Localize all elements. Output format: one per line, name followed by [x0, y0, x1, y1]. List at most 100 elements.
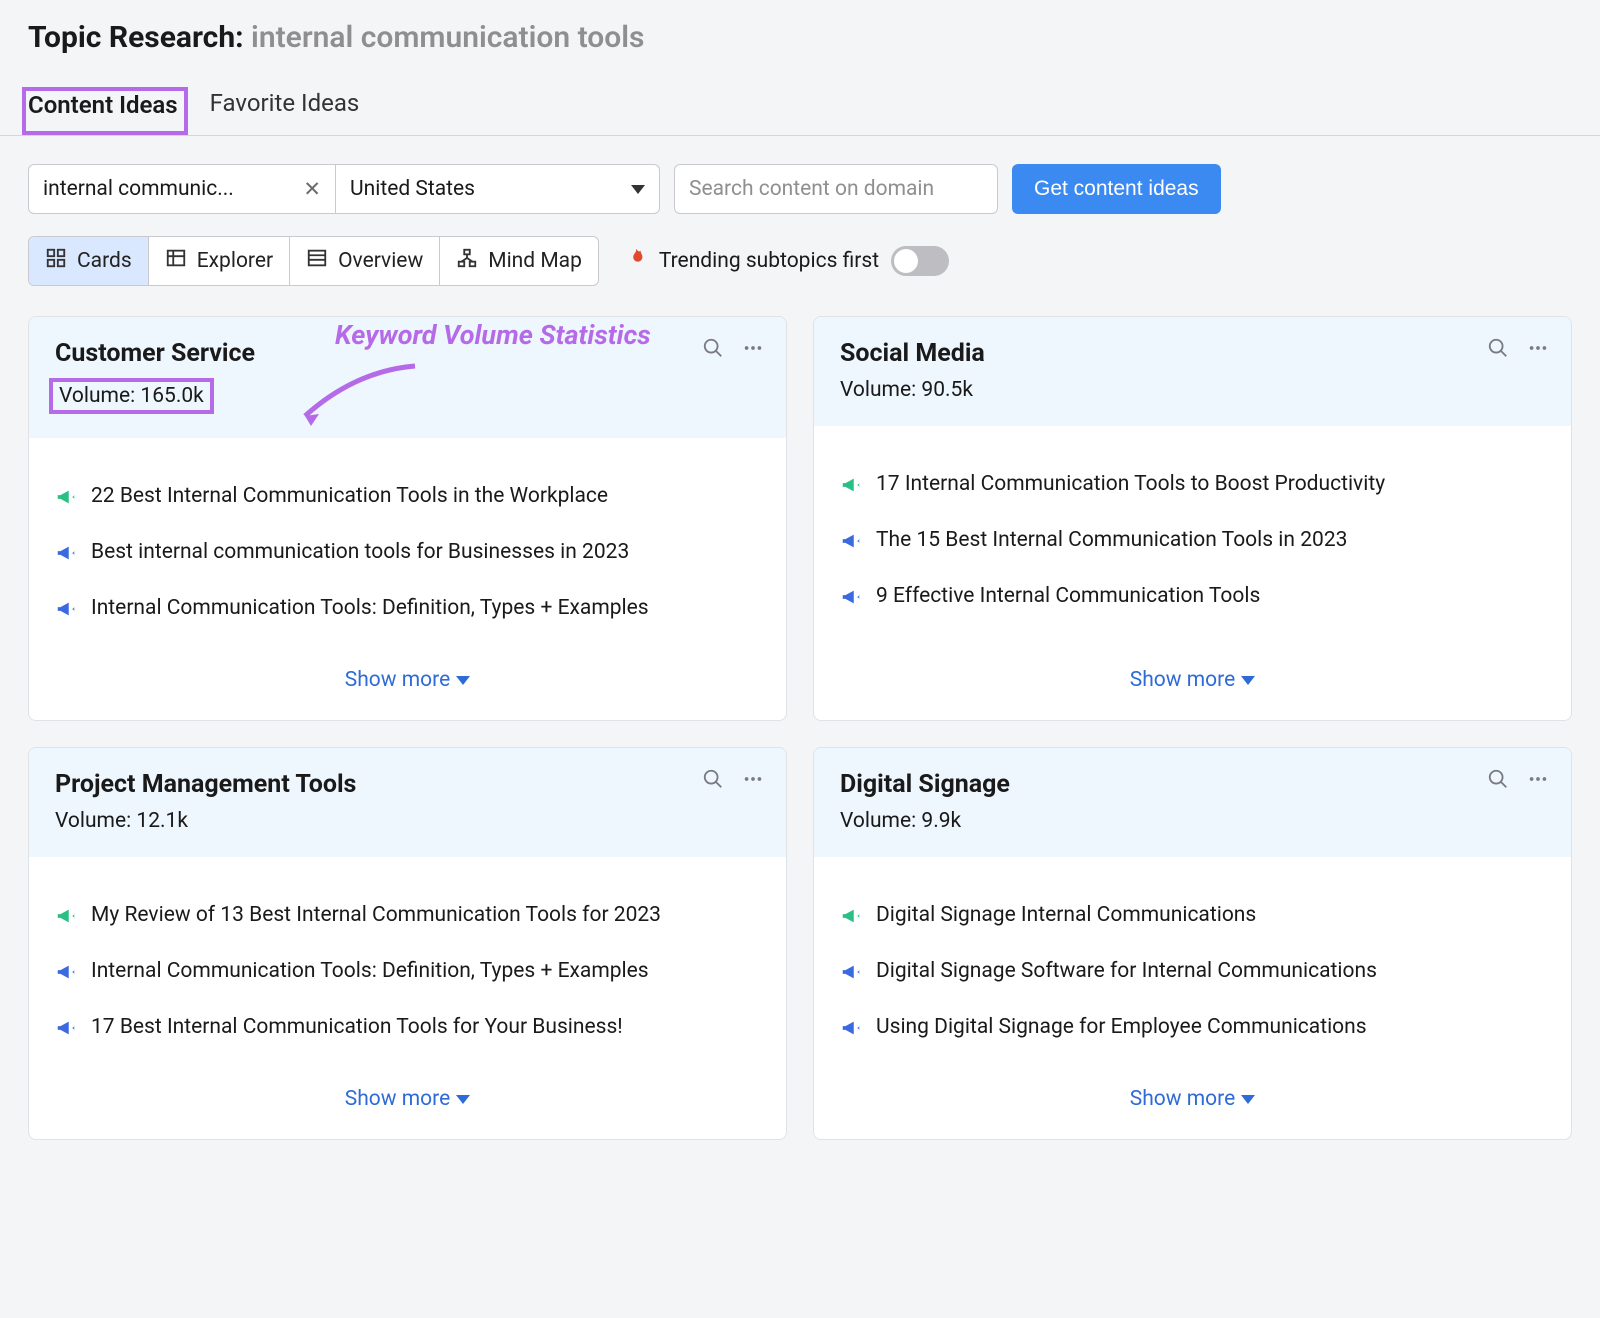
- toggle-knob: [894, 249, 918, 273]
- view-mindmap[interactable]: Mind Map: [440, 237, 598, 285]
- chevron-down-icon: [456, 676, 470, 685]
- page-title: Topic Research: internal communication t…: [28, 20, 1572, 55]
- card-body: My Review of 13 Best Internal Communicat…: [29, 857, 786, 1079]
- megaphone-icon: [840, 1017, 862, 1045]
- mindmap-icon: [456, 247, 478, 275]
- tab-content-ideas[interactable]: Content Ideas: [28, 91, 178, 133]
- title-topic: internal communication tools: [251, 20, 644, 55]
- card-actions: [702, 768, 764, 796]
- idea-row[interactable]: Digital Signage Software for Internal Co…: [840, 959, 1545, 989]
- overview-icon: [306, 247, 328, 275]
- show-more: Show more: [29, 660, 786, 720]
- annotation-label: Keyword Volume Statistics: [335, 319, 651, 351]
- search-icon[interactable]: [702, 768, 724, 796]
- idea-text: Internal Communication Tools: Definition…: [91, 596, 649, 620]
- megaphone-icon: [840, 474, 862, 502]
- idea-text: Digital Signage Internal Communications: [876, 903, 1256, 927]
- card-actions: [702, 337, 764, 365]
- search-input[interactable]: Search content on domain: [674, 164, 998, 214]
- megaphone-icon: [840, 530, 862, 558]
- card-volume: Volume: 9.9k: [840, 809, 1545, 833]
- more-icon[interactable]: [742, 768, 764, 796]
- show-more-link[interactable]: Show more: [1130, 668, 1255, 692]
- get-content-ideas-button[interactable]: Get content ideas: [1012, 164, 1221, 214]
- show-more: Show more: [814, 1079, 1571, 1139]
- megaphone-icon: [55, 905, 77, 933]
- card-body: Digital Signage Internal Communications D…: [814, 857, 1571, 1079]
- view-explorer-label: Explorer: [197, 249, 273, 273]
- more-icon[interactable]: [1527, 337, 1549, 365]
- idea-row[interactable]: Internal Communication Tools: Definition…: [55, 959, 760, 989]
- tab-favorite-ideas[interactable]: Favorite Ideas: [210, 89, 360, 135]
- megaphone-icon: [840, 905, 862, 933]
- view-overview-label: Overview: [338, 249, 423, 273]
- title-prefix: Topic Research:: [28, 20, 244, 55]
- idea-row[interactable]: The 15 Best Internal Communication Tools…: [840, 528, 1545, 558]
- idea-text: My Review of 13 Best Internal Communicat…: [91, 903, 661, 927]
- card-head: Keyword Volume StatisticsCustomer Servic…: [29, 317, 786, 438]
- country-select[interactable]: United States: [336, 164, 660, 214]
- volume-label: Volume:: [55, 809, 136, 833]
- more-icon[interactable]: [742, 337, 764, 365]
- chevron-down-icon: [456, 1095, 470, 1104]
- idea-row[interactable]: Using Digital Signage for Employee Commu…: [840, 1015, 1545, 1045]
- idea-text: The 15 Best Internal Communication Tools…: [876, 528, 1347, 552]
- chevron-down-icon: [1241, 676, 1255, 685]
- trending-toggle[interactable]: [891, 246, 949, 276]
- card-actions: [1487, 337, 1549, 365]
- idea-row[interactable]: 17 Best Internal Communication Tools for…: [55, 1015, 760, 1045]
- volume-label: Volume:: [840, 378, 921, 402]
- search-icon[interactable]: [1487, 337, 1509, 365]
- view-mindmap-label: Mind Map: [488, 249, 582, 273]
- view-cards[interactable]: Cards: [29, 237, 149, 285]
- card-head: Digital Signage Volume: 9.9k: [814, 748, 1571, 857]
- idea-row[interactable]: My Review of 13 Best Internal Communicat…: [55, 903, 760, 933]
- idea-text: 9 Effective Internal Communication Tools: [876, 584, 1260, 608]
- card-volume: Volume: 90.5k: [840, 378, 1545, 402]
- card-body: 22 Best Internal Communication Tools in …: [29, 438, 786, 660]
- card-title: Digital Signage: [840, 770, 1545, 799]
- card-volume: Volume: 12.1k: [55, 809, 760, 833]
- idea-text: Digital Signage Software for Internal Co…: [876, 959, 1377, 983]
- card-actions: [1487, 768, 1549, 796]
- view-overview[interactable]: Overview: [290, 237, 440, 285]
- idea-row[interactable]: Internal Communication Tools: Definition…: [55, 596, 760, 626]
- keyword-input[interactable]: internal communic... ✕: [28, 164, 336, 214]
- controls-row: internal communic... ✕ United States Sea…: [28, 164, 1572, 214]
- clear-icon[interactable]: ✕: [295, 177, 321, 202]
- volume-value: 90.5k: [921, 378, 973, 402]
- card-volume: Volume: 165.0k: [55, 378, 760, 414]
- card-body: 17 Internal Communication Tools to Boost…: [814, 426, 1571, 660]
- chevron-down-icon: [631, 185, 645, 194]
- idea-text: Best internal communication tools for Bu…: [91, 540, 629, 564]
- idea-row[interactable]: Digital Signage Internal Communications: [840, 903, 1545, 933]
- view-explorer[interactable]: Explorer: [149, 237, 290, 285]
- card-title: Social Media: [840, 339, 1545, 368]
- volume-value: 9.9k: [921, 809, 961, 833]
- idea-row[interactable]: 9 Effective Internal Communication Tools: [840, 584, 1545, 614]
- idea-text: Using Digital Signage for Employee Commu…: [876, 1015, 1367, 1039]
- show-more-link[interactable]: Show more: [345, 1087, 470, 1111]
- highlight-content-ideas: Content Ideas: [22, 87, 188, 135]
- search-icon[interactable]: [702, 337, 724, 365]
- megaphone-icon: [55, 598, 77, 626]
- topic-card: Project Management ToolsVolume: 12.1kMy …: [28, 747, 787, 1140]
- country-value: United States: [350, 177, 475, 201]
- idea-text: 17 Best Internal Communication Tools for…: [91, 1015, 623, 1039]
- more-icon[interactable]: [1527, 768, 1549, 796]
- search-placeholder: Search content on domain: [689, 177, 934, 201]
- idea-row[interactable]: 22 Best Internal Communication Tools in …: [55, 484, 760, 514]
- megaphone-icon: [840, 586, 862, 614]
- show-more-link[interactable]: Show more: [345, 668, 470, 692]
- volume-value: 12.1k: [136, 809, 188, 833]
- volume-value: 165.0k: [140, 384, 203, 408]
- megaphone-icon: [55, 486, 77, 514]
- trending-label: Trending subtopics first: [659, 249, 879, 273]
- search-icon[interactable]: [1487, 768, 1509, 796]
- idea-row[interactable]: Best internal communication tools for Bu…: [55, 540, 760, 570]
- topic-card: Digital SignageVolume: 9.9kDigital Signa…: [813, 747, 1572, 1140]
- show-more-link[interactable]: Show more: [1130, 1087, 1255, 1111]
- cards-icon: [45, 247, 67, 275]
- idea-row[interactable]: 17 Internal Communication Tools to Boost…: [840, 472, 1545, 502]
- chevron-down-icon: [1241, 1095, 1255, 1104]
